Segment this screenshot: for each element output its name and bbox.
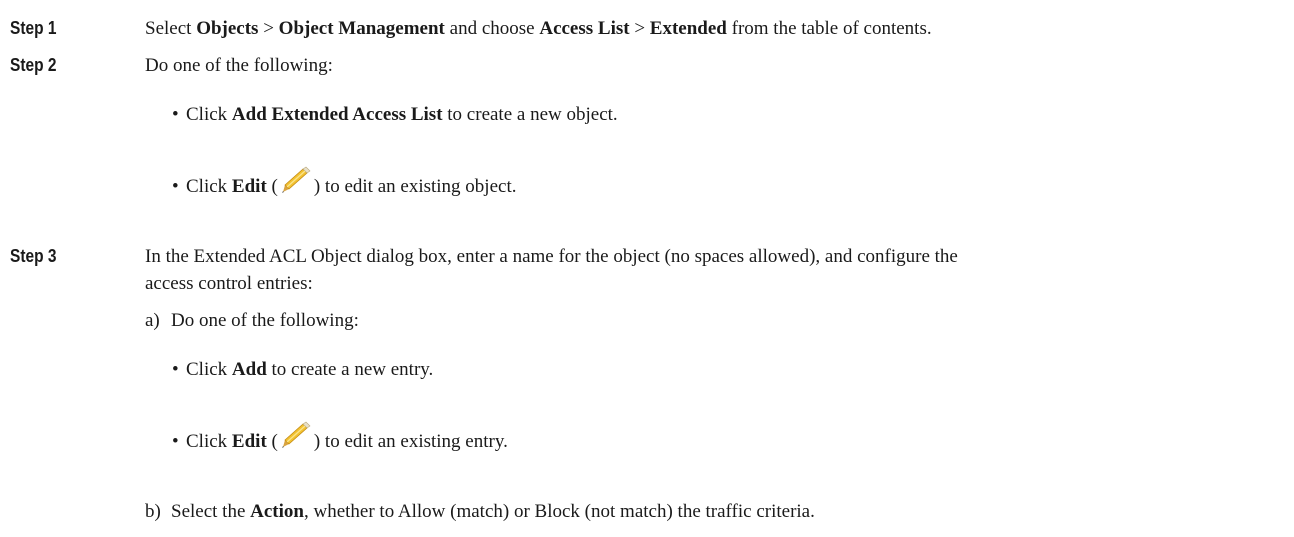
substep-a: a) Do one of the following:	[145, 310, 359, 331]
list-item: • Click Edit () to edit an existing entry…	[172, 421, 508, 454]
toc-access-list: Access List	[539, 18, 630, 39]
step-3-text-line-1: In the Extended ACL Object dialog box, e…	[145, 246, 958, 267]
step-2-label: Step 2	[10, 55, 57, 75]
pencil-icon	[279, 166, 313, 196]
substep-b: b) Select the Action, whether to Allow (m…	[145, 501, 815, 522]
bullet: •	[172, 176, 179, 197]
bullet: •	[172, 104, 179, 125]
step-2-text: Do one of the following:	[145, 55, 333, 76]
pencil-icon	[279, 421, 313, 451]
bullet: •	[172, 431, 179, 452]
step-3-text-line-2: access control entries:	[145, 273, 313, 294]
step-1-text: Select Objects > Object Management and c…	[145, 18, 932, 39]
list-item: • Click Add Extended Access List to creat…	[172, 104, 618, 125]
add-extended-access-list-label: Add Extended Access List	[231, 104, 443, 125]
add-label: Add	[231, 359, 267, 380]
step-3-label: Step 3	[10, 246, 57, 266]
list-item: • Click Add to create a new entry.	[172, 359, 434, 380]
list-item: • Click Edit () to edit an existing objec…	[172, 166, 516, 199]
edit-label: Edit	[231, 176, 267, 197]
menu-object-management: Object Management	[278, 18, 445, 39]
substep-marker: a)	[145, 310, 160, 331]
toc-extended: Extended	[649, 18, 727, 39]
step-1-label: Step 1	[10, 18, 57, 38]
action-label: Action	[250, 501, 304, 522]
substep-marker: b)	[145, 501, 161, 522]
edit-label: Edit	[231, 431, 267, 452]
menu-objects: Objects	[196, 18, 259, 39]
bullet: •	[172, 359, 179, 380]
